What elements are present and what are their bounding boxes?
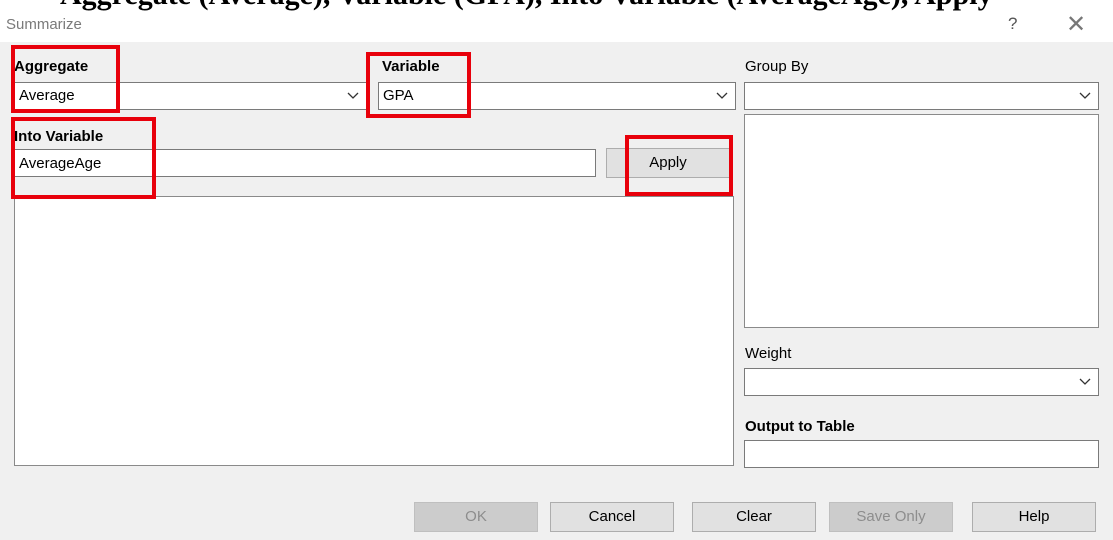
into-variable-value: AverageAge [19,155,102,172]
into-variable-field[interactable]: AverageAge [14,149,596,177]
variable-value: GPA [383,87,414,104]
group-by-list[interactable] [744,114,1099,328]
title-bar: Summarize ? ✕ [0,10,1113,42]
variable-dropdown[interactable]: GPA [378,82,736,110]
caption-text: Aggregate (Average), Variable (GPA), Int… [60,0,993,12]
chevron-down-icon [346,87,360,103]
group-by-label: Group By [745,58,809,75]
chevron-down-icon [1078,373,1092,389]
chevron-down-icon [1078,87,1092,103]
group-by-dropdown[interactable] [744,82,1099,110]
into-variable-label: Into Variable [14,128,104,145]
clear-button[interactable]: Clear [692,502,816,532]
chevron-down-icon [715,87,729,103]
output-to-table-label: Output to Table [745,418,855,435]
aggregate-dropdown[interactable]: Average [14,82,367,110]
help-button[interactable]: Help [972,502,1096,532]
window-title: Summarize [6,16,82,33]
question-mark-icon[interactable]: ? [1008,14,1017,34]
weight-dropdown[interactable] [744,368,1099,396]
cancel-button[interactable]: Cancel [550,502,674,532]
ok-button[interactable]: OK [414,502,538,532]
save-only-button[interactable]: Save Only [829,502,953,532]
aggregate-label: Aggregate [14,58,89,75]
close-icon[interactable]: ✕ [1066,10,1086,39]
weight-label: Weight [745,345,792,362]
cropped-caption: Aggregate (Average), Variable (GPA), Int… [0,0,1113,12]
summary-list[interactable] [14,196,734,466]
output-to-table-field[interactable] [744,440,1099,468]
variable-label: Variable [382,58,440,75]
apply-button[interactable]: Apply [606,148,730,178]
aggregate-value: Average [19,87,75,104]
